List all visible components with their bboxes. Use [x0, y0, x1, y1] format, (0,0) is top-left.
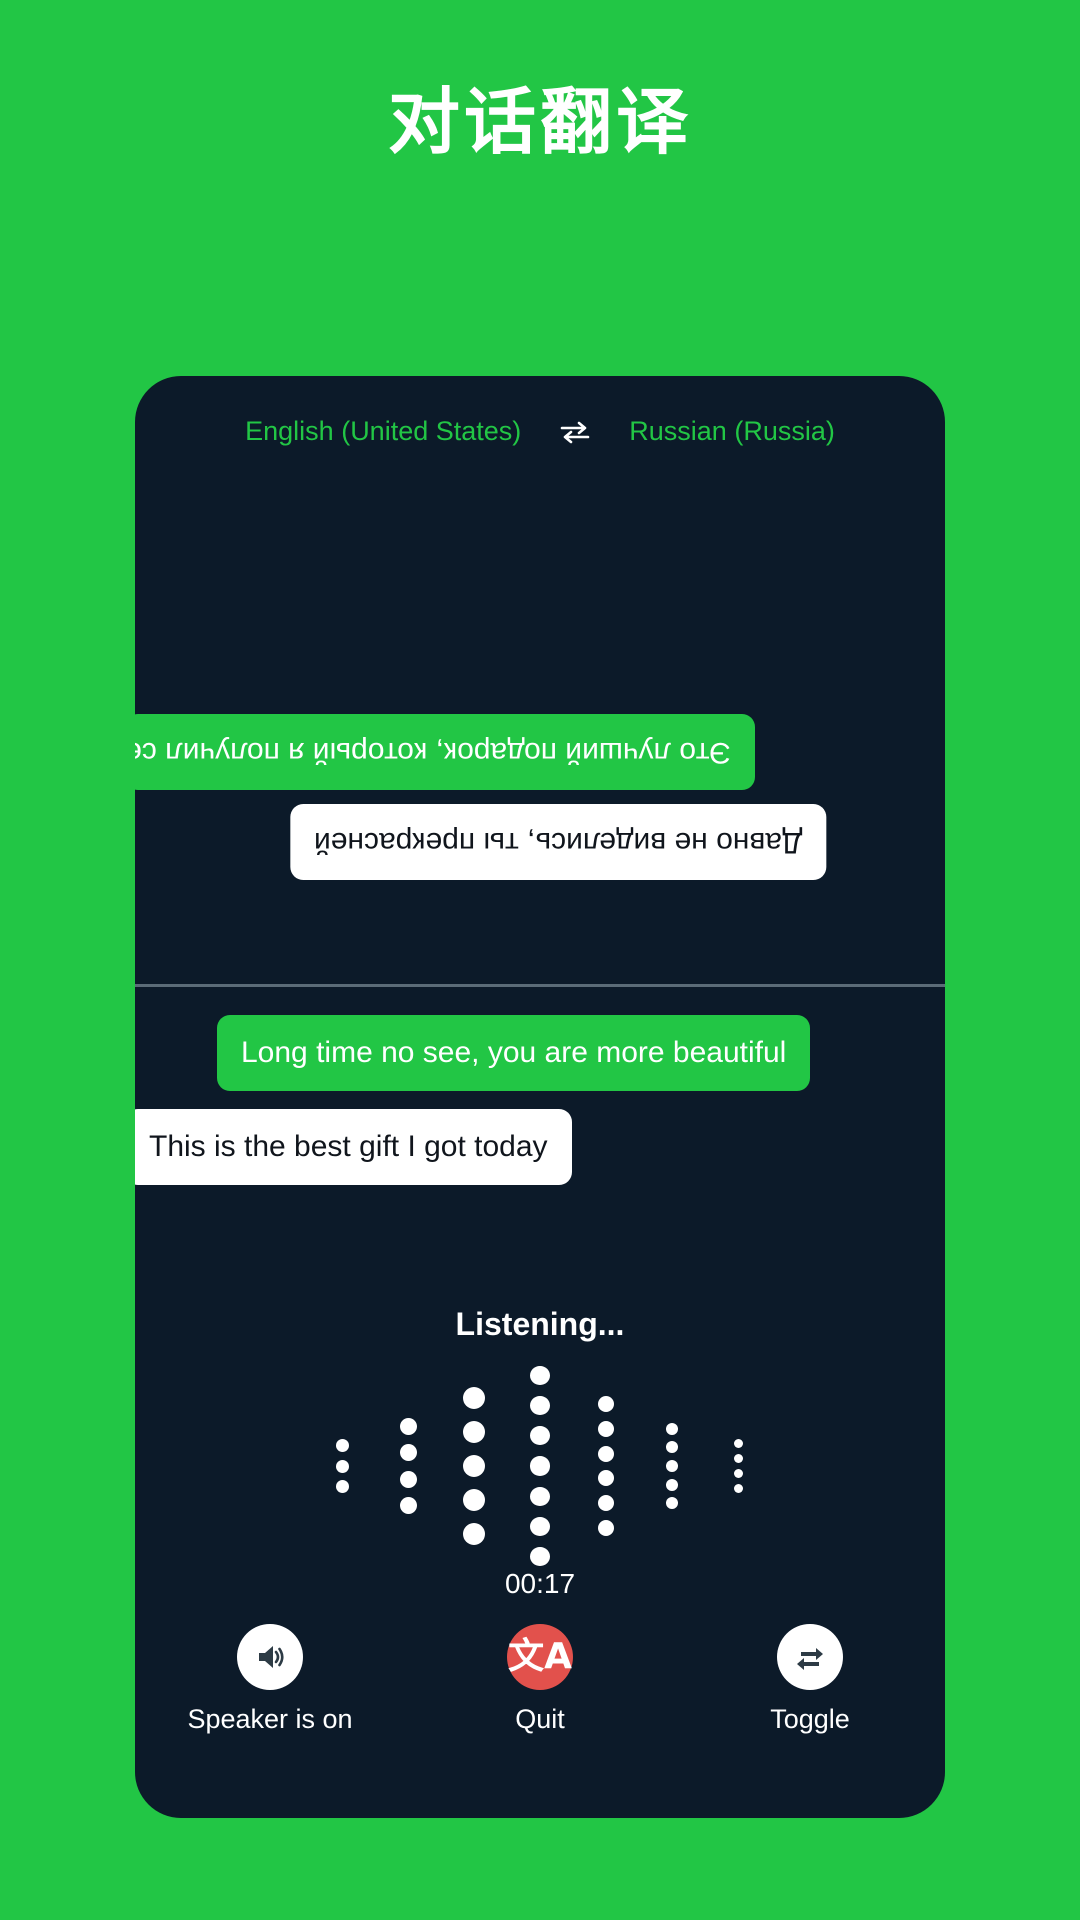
control-bar: Speaker is on 文A Quit Toggle [135, 1624, 945, 1794]
waveform-dot [530, 1426, 550, 1446]
waveform-column [573, 1366, 639, 1566]
audio-waveform [135, 1366, 945, 1566]
source-language-label[interactable]: English (United States) [245, 416, 521, 447]
message-bubble-remote-2[interactable]: Давно не виделись, ты прекрасней [290, 804, 827, 880]
waveform-dot [666, 1422, 678, 1435]
waveform-dot [399, 1444, 417, 1462]
waveform-column [309, 1366, 375, 1566]
waveform-dot [463, 1489, 485, 1512]
local-conversation-pane: Long time no see, you are more beautiful… [135, 987, 945, 1277]
waveform-dot [463, 1455, 485, 1477]
recording-timer: 00:17 [504, 1568, 576, 1599]
translate-icon: 文A [507, 1624, 573, 1690]
waveform-dot [335, 1459, 349, 1473]
message-bubble-local-1[interactable]: Long time no see, you are more beautiful [217, 1015, 811, 1091]
waveform-dot [666, 1460, 678, 1472]
waveform-dot [598, 1396, 614, 1412]
waveform-column [507, 1366, 573, 1566]
waveform-dot [733, 1439, 743, 1448]
waveform-dot [463, 1386, 485, 1409]
waveform-column [705, 1366, 771, 1566]
waveform-dot [530, 1516, 550, 1536]
target-language-label[interactable]: Russian (Russia) [629, 416, 835, 447]
waveform-dot [399, 1497, 417, 1515]
waveform-dot [733, 1454, 743, 1463]
swap-horizontal-icon[interactable] [557, 418, 593, 446]
waveform-dot [335, 1479, 349, 1493]
waveform-dot [399, 1470, 417, 1488]
waveform-dot [463, 1420, 485, 1443]
waveform-dot [598, 1445, 614, 1462]
waveform-column [441, 1366, 507, 1566]
waveform-dot [335, 1439, 349, 1453]
message-bubble-remote-1[interactable]: Это лучший подарок, который я получил се… [135, 714, 755, 790]
waveform-dot [666, 1478, 678, 1491]
speaker-button[interactable]: Speaker is on [170, 1624, 370, 1735]
waveform-dot [666, 1497, 678, 1510]
translator-panel: English (United States) Russian (Russia)… [135, 376, 945, 1818]
message-bubble-local-2[interactable]: This is the best gift I got today [135, 1109, 572, 1185]
waveform-dot [530, 1486, 550, 1506]
page-title: 对话翻译 [387, 83, 692, 163]
speaker-button-label: Speaker is on [187, 1704, 353, 1734]
translate-glyph: 文A [508, 1636, 572, 1677]
language-selector-bar: English (United States) Russian (Russia) [135, 416, 945, 447]
waveform-dot [399, 1417, 417, 1435]
waveform-dot [598, 1470, 614, 1487]
waveform-dot [463, 1523, 485, 1546]
waveform-dot [530, 1456, 550, 1476]
app-screen: 对话翻译 English (United States) Russian (Ru… [0, 0, 1080, 1920]
speaker-on-icon [237, 1624, 303, 1690]
waveform-dot [598, 1519, 614, 1536]
listening-status-label: Listening... [455, 1306, 625, 1342]
repeat-swap-icon [777, 1624, 843, 1690]
waveform-dot [666, 1441, 678, 1454]
waveform-column [375, 1366, 441, 1566]
quit-button-label: Quit [515, 1704, 565, 1734]
waveform-dot [733, 1469, 743, 1478]
toggle-button-label: Toggle [770, 1704, 850, 1734]
waveform-dot [598, 1420, 614, 1437]
toggle-button[interactable]: Toggle [710, 1624, 910, 1735]
waveform-dot [598, 1495, 614, 1512]
waveform-dot [530, 1396, 550, 1416]
quit-button[interactable]: 文A Quit [440, 1624, 640, 1735]
waveform-dot [530, 1546, 550, 1566]
waveform-column [639, 1366, 705, 1566]
waveform-dot [530, 1366, 550, 1386]
waveform-dot [733, 1484, 743, 1493]
remote-conversation-pane: Это лучший подарок, который я получил се… [135, 464, 945, 984]
